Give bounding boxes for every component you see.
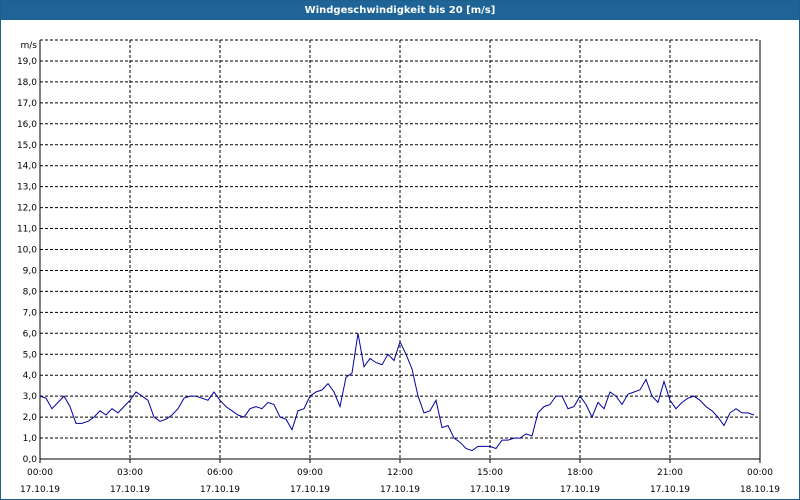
y-tick-label: 8,0 [23,287,38,297]
x-tick-time: 09:00 [297,468,323,478]
x-tick-time: 00:00 [747,468,773,478]
y-tick-label: 12,0 [17,204,37,214]
y-tick-label: 1,0 [23,434,38,444]
x-tick-time: 06:00 [207,468,233,478]
x-tick-time: 18:00 [567,468,593,478]
y-axis-unit: m/s [21,41,38,51]
x-tick-time: 15:00 [477,468,503,478]
y-tick-label: 6,0 [23,329,38,339]
x-tick-date: 18.10.19 [740,485,780,495]
line-chart: 0,0 1,0 2,0 3,0 4,0 5,0 6,0 7,0 8,0 9,0 10,0 11,0 12… [17,39,780,495]
x-tick-time: 03:00 [117,468,143,478]
y-tick-label: 9,0 [23,266,38,276]
y-tick-label: 4,0 [23,371,38,381]
x-tick-time: 12:00 [387,468,413,478]
y-tick-label: 19,0 [17,57,37,67]
y-tick-label: 3,0 [23,392,38,402]
y-tick-label: 7,0 [23,308,38,318]
wind-speed-series-line [39,333,755,452]
y-tick-label: 10,0 [17,246,37,256]
y-tick-label: 18,0 [17,78,37,88]
x-tick-time: 00:00 [27,468,53,478]
x-tick-date: 17.10.19 [110,485,150,495]
x-tick-date: 17.10.19 [200,485,240,495]
y-tick-label: 14,0 [17,162,37,172]
x-tick-date: 17.10.19 [470,485,510,495]
x-tick-date: 17.10.19 [560,485,600,495]
y-tick-label: 15,0 [17,141,37,151]
y-tick-label: 13,0 [17,183,37,193]
y-tick-label: 2,0 [23,413,38,423]
y-tick-label: 11,0 [17,225,37,235]
x-tick-date: 17.10.19 [380,485,420,495]
x-tick-time: 21:00 [657,468,683,478]
x-tick-date: 17.10.19 [20,485,60,495]
y-tick-label: 5,0 [23,350,38,360]
x-tick-date: 17.10.19 [650,485,690,495]
x-tick-date: 17.10.19 [290,485,330,495]
y-tick-label: 17,0 [17,99,37,109]
y-tick-label: 16,0 [17,120,37,130]
y-tick-label: 0,0 [23,455,38,465]
